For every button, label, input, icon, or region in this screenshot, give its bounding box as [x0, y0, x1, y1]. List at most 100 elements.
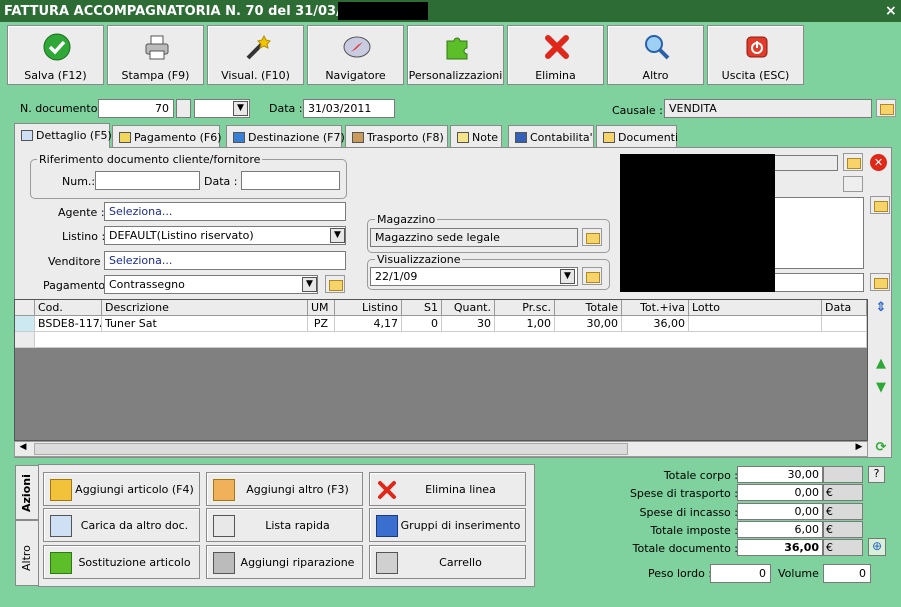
more-button[interactable]: Altro — [607, 25, 704, 85]
date-field[interactable]: 31/03/2011 — [303, 99, 395, 118]
spese-trasporto-field[interactable]: 0,00 — [737, 484, 823, 501]
folder-icon[interactable] — [325, 275, 345, 293]
tab-contabilita[interactable]: Contabilita' — [508, 125, 594, 148]
zoom-icon[interactable]: ⊕ — [868, 538, 886, 556]
side-tab-azioni[interactable]: Azioni — [15, 465, 39, 520]
tab-dettaglio[interactable]: Dettaglio (F5) — [14, 123, 112, 148]
tab-documenti[interactable]: Documenti — [596, 125, 678, 148]
close-icon[interactable]: × — [885, 3, 897, 19]
pagamento-select[interactable]: Contrassegno — [104, 275, 318, 294]
grid-cell[interactable]: 30 — [442, 316, 495, 332]
grid-header[interactable]: Pr.sc. — [495, 300, 555, 316]
grid-header[interactable]: Totale — [555, 300, 622, 316]
grid-empty-row[interactable] — [35, 332, 867, 348]
totale-documento-field[interactable]: 36,00 — [737, 539, 823, 556]
tab-destinazione[interactable]: Destinazione (F7) — [226, 125, 345, 148]
insert-groups-button[interactable]: Gruppi di inserimento — [369, 508, 526, 542]
detail-grid[interactable]: Cod. Descrizione UM Listino S1 Quant. Pr… — [14, 299, 868, 441]
rif-date-field[interactable] — [241, 171, 340, 190]
doc-number-spin[interactable] — [176, 99, 191, 118]
customer-code-field[interactable] — [772, 155, 838, 171]
grid-cell[interactable]: 36,00 — [622, 316, 689, 332]
replace-article-button[interactable]: Sostituzione articolo — [43, 545, 200, 579]
search-customer-icon[interactable] — [843, 176, 863, 192]
visual-select[interactable]: 22/1/09 — [370, 267, 578, 286]
totale-corpo-field[interactable]: 30,00 — [737, 466, 823, 483]
rif-num-field[interactable] — [95, 171, 200, 190]
exit-button[interactable]: Uscita (ESC) — [707, 25, 804, 85]
grid-cell[interactable]: Tuner Sat — [102, 316, 308, 332]
grid-header[interactable]: Cod. — [35, 300, 102, 316]
volume-field[interactable]: 0 — [823, 564, 871, 583]
totale-imposte-field[interactable]: 6,00 — [737, 521, 823, 538]
scrollbar-thumb[interactable] — [34, 443, 628, 455]
tab-pagamento[interactable]: Pagamento (F6) — [112, 125, 222, 148]
grid-header[interactable]: Listino — [335, 300, 402, 316]
tab-note[interactable]: Note — [450, 125, 502, 148]
grid-header[interactable]: Descrizione — [102, 300, 308, 316]
delete-button[interactable]: Elimina — [507, 25, 604, 85]
grid-cell[interactable]: BSDE8-117A — [35, 316, 102, 332]
refresh-icon[interactable]: ⟳ — [873, 440, 889, 456]
power-icon — [746, 36, 768, 58]
preview-button[interactable]: Visual. (F10) — [207, 25, 304, 85]
chevron-down-icon[interactable]: ▼ — [233, 101, 248, 116]
spese-incasso-field[interactable]: 0,00 — [737, 503, 823, 520]
remove-icon[interactable]: ✕ — [870, 154, 887, 171]
move-updown-icon[interactable]: ⇕ — [873, 300, 889, 316]
customizations-button[interactable]: Personalizzazioni — [407, 25, 504, 85]
tab-trasporto[interactable]: Trasporto (F8) — [345, 125, 448, 148]
customer-address-field[interactable] — [772, 197, 864, 269]
add-repair-button[interactable]: Aggiungi riparazione — [206, 545, 363, 579]
agente-field[interactable]: Seleziona... — [104, 202, 346, 221]
customer-extra-field[interactable] — [772, 273, 864, 292]
add-article-button[interactable]: Aggiungi articolo (F4) — [43, 472, 200, 506]
doc-number-field[interactable]: 70 — [98, 99, 174, 118]
book-icon — [515, 132, 527, 143]
print-button[interactable]: Stampa (F9) — [107, 25, 204, 85]
venditore-field[interactable]: Seleziona... — [104, 251, 346, 270]
folder-icon[interactable] — [582, 267, 602, 285]
grid-cell[interactable]: 1,00 — [495, 316, 555, 332]
add-other-button[interactable]: Aggiungi altro (F3) — [206, 472, 363, 506]
grid-header[interactable]: UM — [308, 300, 335, 316]
listino-select[interactable]: DEFAULT(Listino riservato) — [104, 226, 346, 245]
grid-cell[interactable]: PZ — [308, 316, 335, 332]
save-button[interactable]: Salva (F12) — [7, 25, 104, 85]
grid-header[interactable]: S1 — [402, 300, 442, 316]
folder-icon[interactable] — [843, 153, 863, 171]
grid-header[interactable]: Data — [822, 300, 867, 316]
chevron-down-icon[interactable]: ▼ — [330, 228, 345, 243]
add-box-icon — [50, 479, 72, 501]
scroll-left-icon[interactable]: ◀ — [16, 442, 30, 456]
grid-header[interactable]: Tot.+iva — [622, 300, 689, 316]
navigator-button[interactable]: Navigatore — [307, 25, 404, 85]
arrow-up-icon[interactable]: ▲ — [873, 356, 889, 372]
grid-cell[interactable] — [689, 316, 822, 332]
grid-cell[interactable]: 4,17 — [335, 316, 402, 332]
chevron-down-icon[interactable]: ▼ — [560, 269, 575, 284]
grid-cell[interactable]: 0 — [402, 316, 442, 332]
peso-field[interactable]: 0 — [710, 564, 771, 583]
load-from-doc-button[interactable]: Carica da altro doc. — [43, 508, 200, 542]
row-selector[interactable] — [15, 316, 35, 332]
causale-field[interactable]: VENDITA — [664, 99, 872, 118]
grid-header[interactable]: Lotto — [689, 300, 822, 316]
folder-icon[interactable] — [870, 273, 890, 291]
folder-icon[interactable] — [876, 99, 896, 117]
help-button[interactable]: ? — [868, 466, 885, 483]
quick-list-button[interactable]: Lista rapida — [206, 508, 363, 542]
folder-icon[interactable] — [582, 228, 602, 246]
grid-cell[interactable]: 30,00 — [555, 316, 622, 332]
magazzino-field[interactable]: Magazzino sede legale — [370, 228, 578, 247]
arrow-down-icon[interactable]: ▼ — [873, 380, 889, 396]
cart-button[interactable]: Carrello — [369, 545, 526, 579]
scroll-right-icon[interactable]: ▶ — [852, 442, 866, 456]
folder-icon[interactable] — [870, 196, 890, 214]
side-tab-altro[interactable]: Altro — [15, 520, 39, 586]
grid-cell[interactable] — [822, 316, 867, 332]
chevron-down-icon[interactable]: ▼ — [302, 277, 317, 292]
delete-line-button[interactable]: Elimina linea — [369, 472, 526, 506]
grid-header[interactable]: Quant. — [442, 300, 495, 316]
row-selector[interactable] — [15, 332, 35, 348]
